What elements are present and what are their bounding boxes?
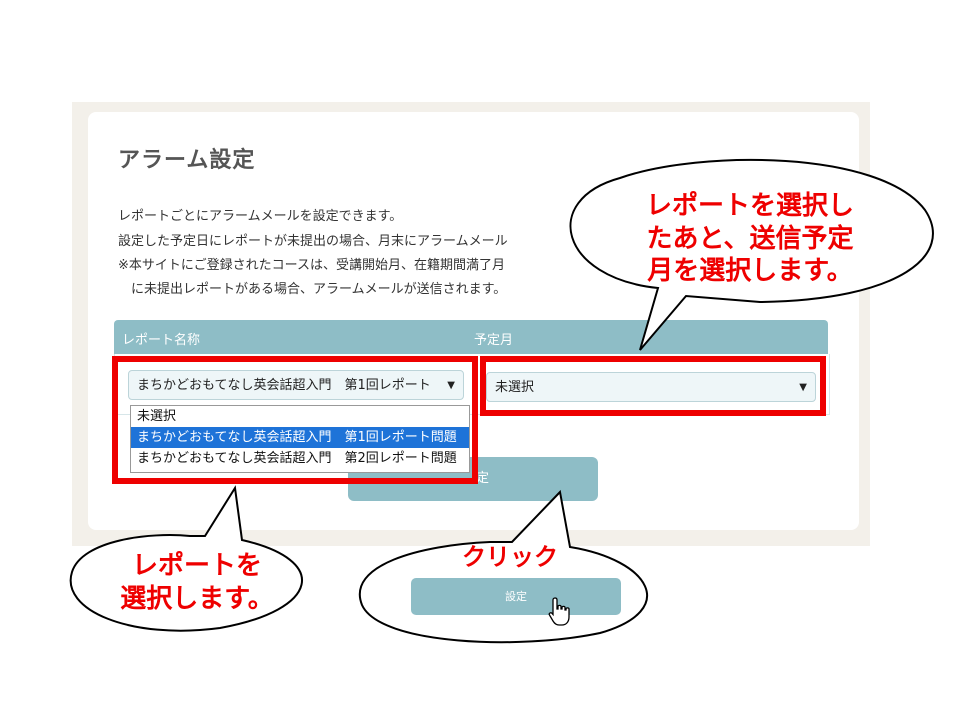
- callout-bottom-left-line-2: 選択します。: [120, 583, 274, 614]
- description-line-1: レポートごとにアラームメールを設定できます。: [118, 209, 403, 224]
- column-header-month: 予定月: [474, 333, 514, 348]
- callout-top-right-line-3: 月を選択します。: [647, 256, 853, 286]
- description-line-3: ※本サイトにご登録されたコースは、受講開始月、在籍期間満了月: [118, 258, 505, 273]
- description-line-2: 設定した予定日にレポートが未提出の場合、月末にアラームメール: [118, 234, 508, 249]
- description-line-4: に未提出レポートがある場合、アラームメールが送信されます。: [118, 282, 507, 297]
- column-header-report: レポート名称: [122, 333, 201, 348]
- hand-pointer-icon: [548, 597, 570, 626]
- callout-text-bottom-left: レポートを 選択します。: [92, 550, 302, 615]
- callout-bottom-left-line-1: レポートを: [131, 551, 262, 581]
- callout-top-right-line-2: たあと、送信予定: [646, 223, 854, 254]
- set-button[interactable]: 設定: [411, 578, 621, 615]
- table-header: レポート名称 予定月: [114, 320, 828, 354]
- highlight-report-select: [112, 356, 478, 484]
- callout-text-click: クリック: [462, 543, 558, 571]
- page-title: アラーム設定: [118, 148, 256, 173]
- callout-top-right-line-1: レポートを選択し: [645, 191, 854, 221]
- callout-text-top-right: レポートを選択し たあと、送信予定 月を選択します。: [610, 190, 890, 288]
- set-button-label: 設定: [505, 590, 527, 603]
- highlight-month-select: [480, 356, 826, 416]
